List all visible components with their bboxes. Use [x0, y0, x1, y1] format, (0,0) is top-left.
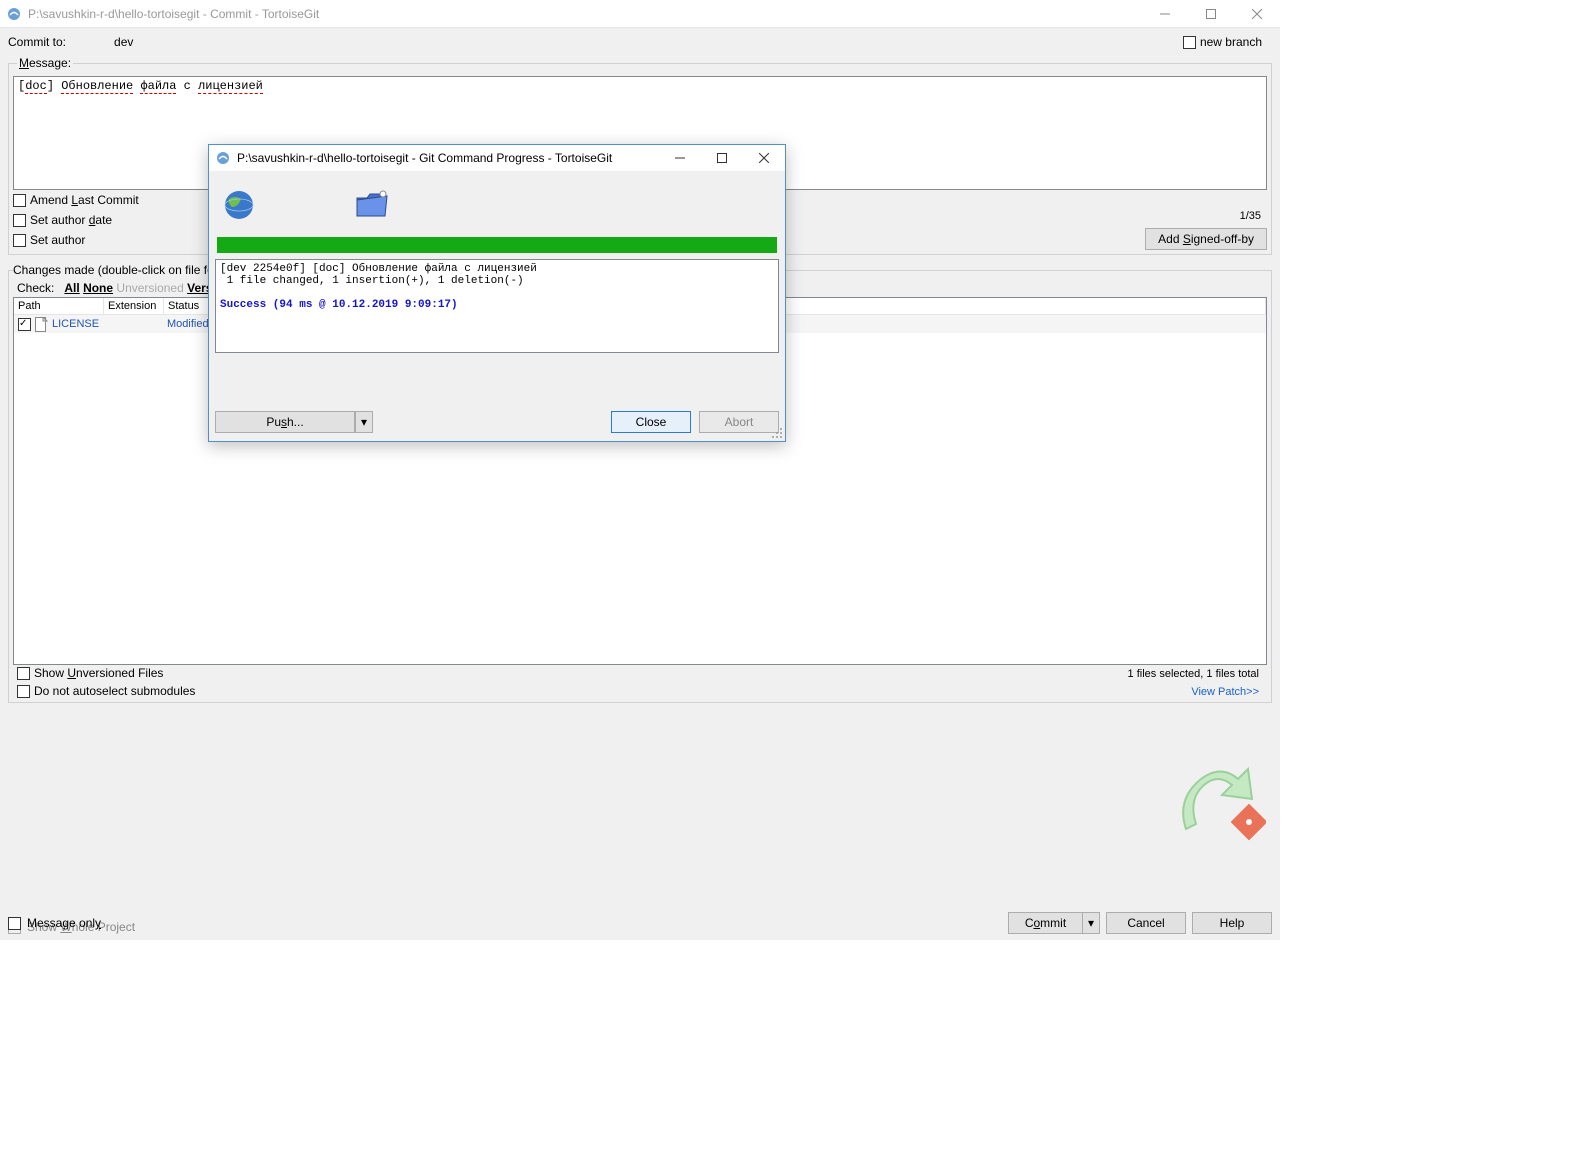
- commit-dropdown-arrow[interactable]: ▾: [1082, 912, 1100, 934]
- signoff-button[interactable]: Add Signed-off-by: [1145, 228, 1267, 250]
- bottom-button-row: Message only Commit ▾ Cancel Help: [8, 912, 1272, 934]
- dialog-app-icon: [215, 150, 231, 166]
- cancel-button[interactable]: Cancel: [1106, 912, 1186, 934]
- show-unversioned-checkbox[interactable]: [17, 667, 30, 680]
- commit-split-button[interactable]: Commit ▾: [1008, 912, 1100, 934]
- push-button[interactable]: Push...: [215, 411, 355, 433]
- dialog-minimize-button[interactable]: [659, 145, 701, 171]
- author-checkbox[interactable]: [13, 234, 26, 247]
- selection-status: 1 files selected, 1 files total: [1128, 668, 1259, 680]
- push-dropdown-arrow[interactable]: ▾: [355, 411, 373, 433]
- col-path[interactable]: Path: [14, 298, 104, 314]
- progress-dialog: P:\savushkin-r-d\hello-tortoisegit - Git…: [208, 144, 786, 442]
- folder-icon: [355, 190, 389, 220]
- check-all-link[interactable]: All: [64, 281, 79, 295]
- commit-to-label: Commit to:: [8, 35, 66, 49]
- author-date-checkbox[interactable]: [13, 214, 26, 227]
- document-icon: [35, 317, 48, 332]
- check-label: Check:: [17, 281, 54, 295]
- col-ext[interactable]: Extension: [104, 298, 164, 314]
- dialog-body: [dev 2254e0f] [doc] Обновление файла с л…: [209, 171, 785, 441]
- check-unversioned-link[interactable]: Unversioned: [116, 281, 183, 295]
- window-title: P:\savushkin-r-d\hello-tortoisegit - Com…: [28, 7, 1142, 21]
- dialog-titlebar: P:\savushkin-r-d\hello-tortoisegit - Git…: [209, 145, 785, 171]
- push-split-button[interactable]: Push... ▾: [215, 411, 373, 433]
- dialog-close-button[interactable]: [743, 145, 785, 171]
- amend-label: Amend Last Commit: [30, 193, 139, 207]
- char-counter: 1/35: [1240, 210, 1261, 222]
- window-controls: [1142, 0, 1280, 28]
- message-legend: Message:: [17, 56, 73, 70]
- author-label: Set author: [30, 233, 85, 247]
- titlebar: P:\savushkin-r-d\hello-tortoisegit - Com…: [0, 0, 1280, 28]
- main-window: P:\savushkin-r-d\hello-tortoisegit - Com…: [0, 0, 1280, 940]
- branch-name: dev: [114, 35, 133, 49]
- author-date-label: Set author date: [30, 213, 112, 227]
- dialog-title: P:\savushkin-r-d\hello-tortoisegit - Git…: [237, 151, 659, 165]
- message-only-checkbox[interactable]: [8, 917, 21, 930]
- no-autoselect-label: Do not autoselect submodules: [34, 684, 195, 698]
- close-button[interactable]: [1234, 0, 1280, 28]
- progress-bar: [217, 237, 777, 253]
- minimize-button[interactable]: [1142, 0, 1188, 28]
- amend-checkbox[interactable]: [13, 194, 26, 207]
- commit-to-row: Commit to: dev new branch: [8, 32, 1272, 52]
- maximize-button[interactable]: [1188, 0, 1234, 28]
- file-name: LICENSE: [52, 318, 107, 330]
- close-button[interactable]: Close: [611, 411, 691, 433]
- resize-grip-icon[interactable]: [771, 427, 783, 439]
- dialog-maximize-button[interactable]: [701, 145, 743, 171]
- check-none-link[interactable]: None: [83, 281, 113, 295]
- help-button[interactable]: Help: [1192, 912, 1272, 934]
- show-unversioned-label: Show Unversioned Files: [34, 666, 163, 680]
- new-branch-checkbox[interactable]: [1183, 36, 1196, 49]
- abort-button[interactable]: Abort: [699, 411, 779, 433]
- view-patch-link[interactable]: View Patch>>: [1191, 686, 1259, 698]
- globe-icon: [223, 189, 255, 221]
- file-row-checkbox[interactable]: [18, 318, 31, 331]
- commit-button[interactable]: Commit: [1008, 912, 1082, 934]
- commit-watermark-icon: [1166, 749, 1266, 852]
- log-output[interactable]: [dev 2254e0f] [doc] Обновление файла с л…: [215, 259, 779, 353]
- app-icon: [6, 6, 22, 22]
- no-autoselect-checkbox[interactable]: [17, 685, 30, 698]
- new-branch-label: new branch: [1200, 35, 1262, 49]
- message-only-label: Message only: [27, 916, 101, 930]
